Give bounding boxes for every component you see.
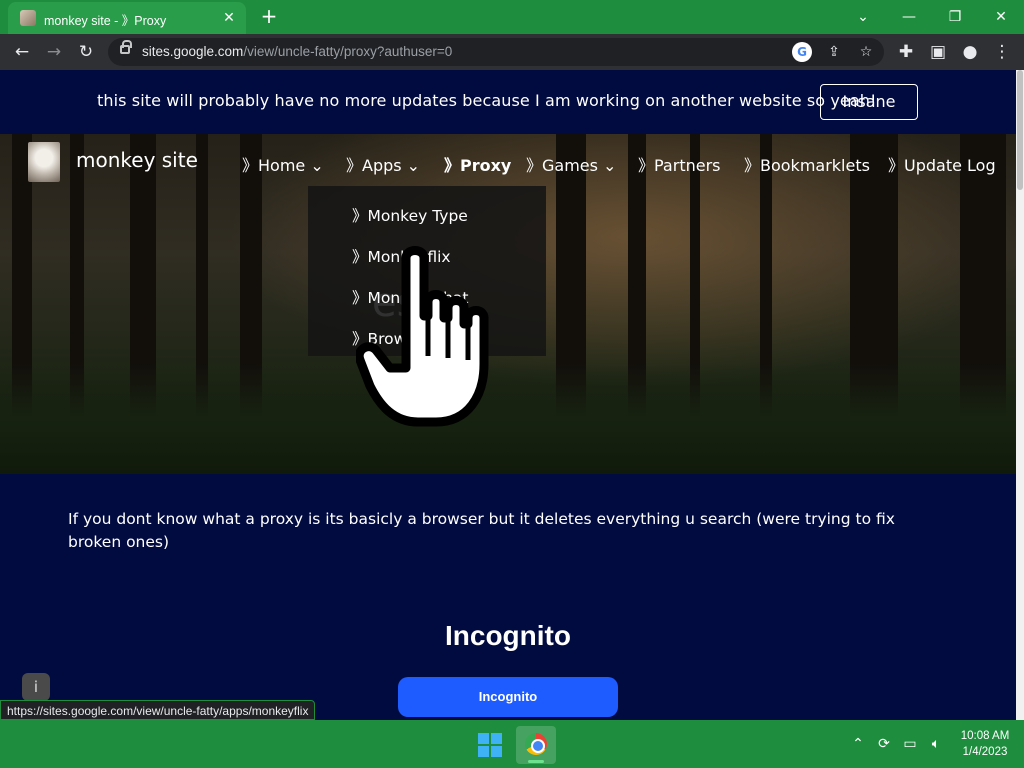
side-panel-icon[interactable]: ▣ bbox=[926, 40, 950, 64]
hero-banner: monkey site 》Home ⌄ 》Apps ⌄ 》Proxy 》Game… bbox=[0, 134, 1016, 474]
chrome-taskbar-button[interactable] bbox=[516, 726, 556, 764]
forward-arrow-icon[interactable]: → bbox=[42, 40, 66, 64]
reload-icon[interactable]: ↻ bbox=[74, 40, 98, 64]
insane-button[interactable]: Insane bbox=[820, 84, 918, 120]
network-monitor-icon[interactable]: ▭ bbox=[900, 734, 920, 754]
sync-alert-icon[interactable]: ⟳ bbox=[874, 734, 894, 754]
tab-search-icon[interactable]: ⌄ bbox=[840, 4, 886, 30]
system-clock[interactable]: 10:08 AM 1/4/2023 bbox=[950, 728, 1020, 760]
proxy-description: If you dont know what a proxy is its bas… bbox=[68, 510, 895, 551]
incognito-button[interactable]: Incognito bbox=[398, 677, 618, 717]
browser-toolbar: ← → ↻ sites.google.com/view/uncle-fatty/… bbox=[0, 34, 1024, 70]
active-app-indicator bbox=[528, 760, 544, 763]
profile-avatar-icon[interactable]: ● bbox=[958, 40, 982, 64]
nav-proxy[interactable]: 》Proxy bbox=[444, 152, 511, 176]
page-scrollbar[interactable] bbox=[1016, 70, 1024, 720]
bookmark-star-icon[interactable]: ☆ bbox=[856, 42, 876, 62]
incognito-heading: Incognito bbox=[445, 620, 571, 651]
link-status-bar: https://sites.google.com/view/uncle-fatt… bbox=[0, 700, 316, 720]
nav-partners[interactable]: 》Partners bbox=[638, 152, 721, 176]
nav-bookmarklets[interactable]: 》Bookmarklets bbox=[744, 152, 870, 176]
address-bar[interactable]: sites.google.com/view/uncle-fatty/proxy?… bbox=[108, 38, 884, 66]
google-lens-icon[interactable]: G bbox=[792, 42, 812, 62]
menu-item-monkey-type[interactable]: 》Monkey Type bbox=[352, 204, 468, 226]
web-page: this site will probably have no more upd… bbox=[0, 70, 1016, 720]
browser-tab[interactable]: monkey site - 》Proxy ✕ bbox=[8, 2, 246, 34]
site-logo[interactable] bbox=[28, 142, 60, 182]
tab-strip: monkey site - 》Proxy ✕ + ⌄ — ❐ ✕ bbox=[0, 0, 1024, 34]
windows-taskbar: ⌃ ⟳ ▭ 🔈︎ 10:08 AM 1/4/2023 bbox=[0, 720, 1024, 768]
restore-button[interactable]: ❐ bbox=[932, 4, 978, 30]
windows-start-icon[interactable] bbox=[478, 733, 502, 757]
info-icon[interactable]: i bbox=[22, 673, 50, 701]
share-icon[interactable]: ⇪ bbox=[824, 42, 844, 62]
nav-games[interactable]: 》Games ⌄ bbox=[526, 152, 616, 176]
volume-icon[interactable]: 🔈︎ bbox=[926, 734, 946, 754]
menu-kebab-icon[interactable]: ⋮ bbox=[990, 40, 1014, 64]
back-arrow-icon[interactable]: ← bbox=[10, 40, 34, 64]
announcement-banner: this site will probably have no more upd… bbox=[0, 70, 1016, 134]
tab-close-icon[interactable]: ✕ bbox=[220, 9, 238, 27]
clock-time: 10:08 AM bbox=[960, 730, 1010, 742]
clock-date: 1/4/2023 bbox=[962, 746, 1008, 758]
site-favicon-icon bbox=[20, 10, 36, 26]
chrome-icon bbox=[525, 733, 547, 755]
nav-home[interactable]: 》Home ⌄ bbox=[242, 152, 324, 176]
hand-pointer-cursor-icon bbox=[356, 246, 489, 427]
announcement-text: this site will probably have no more upd… bbox=[97, 91, 877, 110]
new-tab-button[interactable]: + bbox=[258, 6, 280, 28]
scrollbar-thumb[interactable] bbox=[1017, 70, 1023, 190]
nav-apps[interactable]: 》Apps ⌄ bbox=[346, 152, 420, 176]
tab-title: monkey site - 》Proxy bbox=[44, 14, 167, 28]
url-text[interactable]: sites.google.com/view/uncle-fatty/proxy?… bbox=[142, 44, 452, 59]
tray-overflow-chevron-icon[interactable]: ⌃ bbox=[848, 734, 868, 754]
nav-update-log[interactable]: 》Update Log bbox=[888, 152, 996, 176]
minimize-button[interactable]: — bbox=[886, 4, 932, 30]
site-name[interactable]: monkey site bbox=[76, 148, 198, 172]
extensions-puzzle-icon[interactable]: ✚ bbox=[894, 40, 918, 64]
lock-icon[interactable] bbox=[120, 40, 132, 54]
close-window-button[interactable]: ✕ bbox=[978, 4, 1024, 30]
